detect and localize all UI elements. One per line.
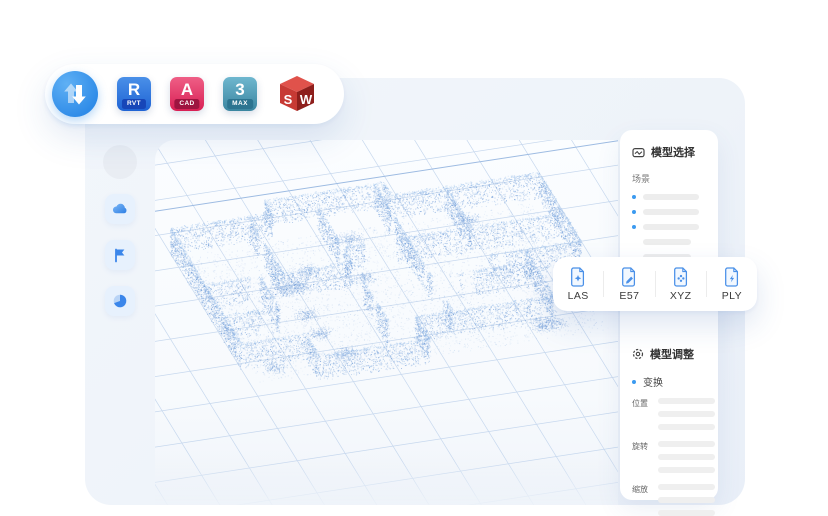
avatar (103, 145, 137, 179)
format-label: XYZ (669, 290, 692, 302)
skeleton-bar (643, 194, 699, 200)
point-cloud-canvas[interactable] (155, 140, 618, 505)
transfer-button[interactable] (52, 71, 98, 117)
solidworks-letter-s: S (284, 92, 293, 107)
left-toolbar (101, 145, 139, 332)
format-ply[interactable]: PLY (707, 266, 757, 302)
flag-button[interactable] (105, 240, 135, 270)
position-field[interactable] (658, 424, 715, 430)
autocad-app-icon[interactable]: A CAD (170, 77, 204, 111)
revit-badge: RVT (121, 98, 147, 109)
gear-icon (632, 348, 644, 360)
3ds-max-app-icon[interactable]: 3 MAX (223, 77, 257, 111)
scatter-file-icon (673, 267, 687, 287)
right-panel: 模型选择 场景 模型调整 变换 位置 旋转 缩放 (620, 130, 718, 516)
bullet-dot (632, 379, 636, 384)
scale-label: 缩放 (632, 485, 648, 494)
position-field[interactable] (658, 398, 715, 404)
scale-group: 缩放 (632, 484, 715, 516)
format-label: PLY (721, 290, 743, 302)
position-group: 位置 (632, 398, 715, 430)
model-select-header: 模型选择 (632, 144, 706, 160)
autocad-badge: CAD (174, 98, 200, 109)
position-field[interactable] (658, 411, 715, 417)
bullet-dot (632, 195, 636, 199)
skeleton-bar (643, 224, 699, 230)
bolt-file-icon (724, 267, 738, 287)
transform-section[interactable]: 变换 (632, 374, 706, 389)
scale-field[interactable] (658, 484, 715, 490)
rotation-field[interactable] (658, 454, 715, 460)
scene-item[interactable] (632, 239, 706, 245)
bullet-dot (632, 225, 636, 229)
pie-chart-button[interactable] (105, 286, 135, 316)
model-select-title: 模型选择 (651, 147, 695, 159)
point-cloud-viewport[interactable] (155, 140, 618, 505)
import-toolbar: R RVT A CAD 3 MAX S W (45, 64, 344, 124)
model-adjust-header: 模型调整 (632, 346, 706, 362)
scene-item-active[interactable] (632, 194, 706, 200)
cloud-icon (112, 203, 127, 214)
format-las[interactable]: LAS (553, 266, 603, 302)
format-label: LAS (567, 290, 589, 302)
flag-icon (115, 248, 125, 263)
bullet-dot (632, 210, 636, 214)
scene-item-active[interactable] (632, 224, 706, 230)
rotation-label: 旋转 (632, 442, 648, 451)
screen-pulse-icon (632, 147, 645, 157)
scene-item-active[interactable] (632, 209, 706, 215)
format-label: E57 (619, 290, 640, 302)
3ds-max-badge: MAX (227, 98, 253, 109)
solidworks-app-icon[interactable]: S W (276, 73, 318, 115)
pen-file-icon (622, 267, 636, 287)
rotation-group: 旋转 (632, 441, 715, 473)
scale-field[interactable] (658, 497, 715, 503)
solidworks-letter-w: W (300, 92, 313, 107)
transform-label: 变换 (643, 378, 663, 389)
transfer-arrows-icon (64, 83, 86, 105)
rotation-field[interactable] (658, 467, 715, 473)
sparkle-file-icon (571, 267, 585, 287)
skeleton-bar (643, 209, 699, 215)
scene-section-label: 场景 (632, 174, 651, 184)
file-formats-card: LAS E57 XYZ PLY (553, 257, 757, 311)
format-e57[interactable]: E57 (604, 266, 654, 302)
skeleton-bar (643, 239, 691, 245)
revit-app-icon[interactable]: R RVT (117, 77, 151, 111)
scale-field[interactable] (658, 510, 715, 516)
model-adjust-title: 模型调整 (650, 349, 694, 361)
rotation-field[interactable] (658, 441, 715, 447)
position-label: 位置 (632, 399, 648, 408)
format-xyz[interactable]: XYZ (656, 266, 706, 302)
cloud-upload-button[interactable] (105, 194, 135, 224)
pie-chart-icon (113, 294, 127, 308)
